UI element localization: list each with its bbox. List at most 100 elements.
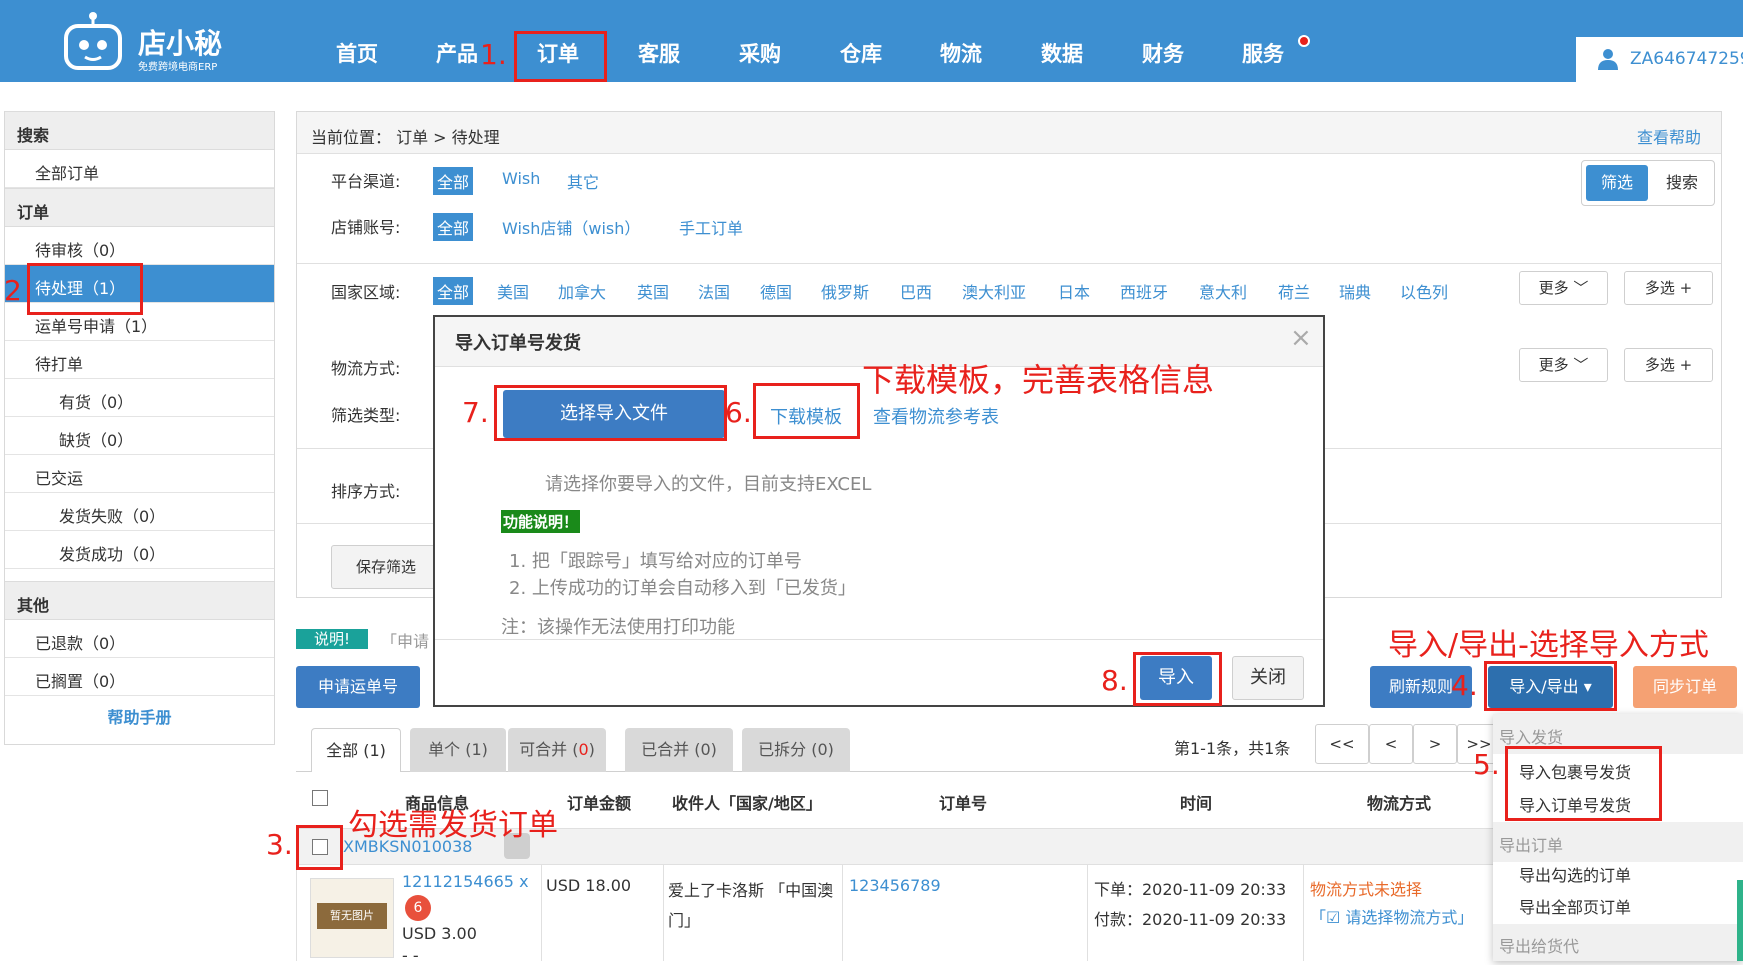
dialog-step-2: 2. 上传成功的订单会自动移入到「已发货」	[509, 578, 856, 599]
order-placed-time: 下单：2020-11-09 20:33	[1094, 880, 1287, 899]
order-number[interactable]: 123456789	[849, 876, 941, 895]
store-manual[interactable]: 手工订单	[679, 215, 743, 239]
sidebar-item-pending-review[interactable]: 待审核（0）	[5, 227, 274, 265]
sidebar-item-in-stock[interactable]: 有货（0）	[5, 379, 274, 417]
platform-all[interactable]: 全部	[433, 167, 474, 195]
view-logistics-link[interactable]: 查看物流参考表	[873, 403, 999, 429]
logistics-more-button[interactable]: 更多 ﹀	[1519, 348, 1608, 382]
nav-home[interactable]: 首页	[336, 38, 378, 68]
platform-wish[interactable]: Wish	[502, 169, 540, 188]
nav-data[interactable]: 数据	[1041, 38, 1083, 68]
country-il[interactable]: 以色列	[1400, 279, 1448, 303]
annotation-number-4: 4.	[1451, 669, 1478, 702]
sidebar-item-shipped[interactable]: 已交运	[5, 455, 274, 493]
dropdown-group-export-agent: 导出给货代	[1493, 924, 1743, 961]
sidebar-item-to-print[interactable]: 待打单	[5, 341, 274, 379]
th-time: 时间	[1180, 794, 1213, 813]
apply-waybill-button[interactable]: 申请运单号	[296, 666, 420, 708]
choose-logistics-link[interactable]: 「☑ 请选择物流方式」	[1310, 904, 1473, 932]
order-recipient: 爱上了卡洛斯 「中国澳门」	[668, 881, 834, 930]
tab-all[interactable]: 全部 (1)	[311, 728, 401, 772]
store-wish[interactable]: Wish店铺（wish）	[502, 215, 640, 239]
user-name: ZA646747259	[1630, 49, 1743, 69]
annotation-number-1: 1.	[480, 38, 507, 71]
scrollbar-handle[interactable]	[1737, 880, 1743, 961]
save-filter-button[interactable]: 保存筛选	[331, 545, 441, 589]
nav-finance[interactable]: 财务	[1142, 38, 1184, 68]
nav-logistics[interactable]: 物流	[940, 38, 982, 68]
search-mode-button[interactable]: 搜索	[1654, 165, 1710, 201]
platform-other[interactable]: 其它	[567, 169, 599, 193]
country-ru[interactable]: 俄罗斯	[821, 279, 869, 303]
logo[interactable]: 店小秘 免费跨境电商ERP	[60, 12, 240, 74]
robot-logo-icon	[64, 12, 122, 70]
select-all-checkbox[interactable]	[312, 790, 328, 806]
nav-services[interactable]: 服务	[1242, 38, 1284, 68]
sidebar-item-ship-fail[interactable]: 发货失败（0）	[5, 493, 274, 531]
logistics-multi-button[interactable]: 多选 +	[1624, 348, 1713, 382]
country-es[interactable]: 西班牙	[1120, 279, 1168, 303]
tab-merged[interactable]: 已合并 (0)	[625, 728, 733, 772]
nav-products[interactable]: 产品	[436, 38, 478, 68]
more-label: 更多	[1538, 356, 1569, 374]
country-au[interactable]: 澳大利亚	[962, 279, 1026, 303]
pager-prev-button[interactable]: <	[1369, 724, 1413, 764]
filter-divider	[297, 263, 1721, 264]
country-se[interactable]: 瑞典	[1339, 279, 1371, 303]
user-menu[interactable]: ZA646747259	[1576, 37, 1743, 82]
th-recipient: 收件人「国家/地区」	[672, 794, 822, 813]
store-all[interactable]: 全部	[433, 213, 474, 241]
pager-text: 第1-1条，共1条	[1174, 739, 1291, 758]
sidebar: 搜索 全部订单 订单 待审核（0） 待处理（1） 运单号申请（1） 待打单 有货…	[4, 111, 275, 745]
annotation-number-6: 6.	[725, 396, 752, 429]
annotation-box-download-template	[753, 383, 860, 439]
logistics-warning: 物流方式未选择	[1310, 880, 1423, 899]
dropdown-export-checked[interactable]: 导出勾选的订单	[1519, 862, 1631, 886]
country-it[interactable]: 意大利	[1199, 279, 1247, 303]
country-fr[interactable]: 法国	[698, 279, 730, 303]
platform-label: 平台渠道:	[331, 172, 401, 191]
sidebar-item-all-orders[interactable]: 全部订单	[5, 150, 274, 188]
tab-mergeable-count: 0	[578, 740, 589, 759]
country-multi-button[interactable]: 多选 +	[1624, 271, 1713, 305]
col-divider	[541, 865, 542, 961]
nav-customer-service[interactable]: 客服	[638, 38, 680, 68]
country-jp[interactable]: 日本	[1058, 279, 1090, 303]
tab-split[interactable]: 已拆分 (0)	[742, 728, 850, 772]
country-uk[interactable]: 英国	[637, 279, 669, 303]
tab-single[interactable]: 单个 (1)	[410, 728, 506, 772]
nav-warehouse[interactable]: 仓库	[840, 38, 882, 68]
th-amount: 订单金额	[567, 794, 632, 813]
sidebar-item-shelved[interactable]: 已搁置（0）	[5, 658, 274, 696]
country-de[interactable]: 德国	[760, 279, 792, 303]
annotation-number-3: 3.	[266, 828, 293, 861]
more-label: 更多	[1538, 279, 1569, 297]
product-image[interactable]: 暂无图片	[310, 878, 394, 958]
pager-next-button[interactable]: >	[1413, 724, 1457, 764]
country-us[interactable]: 美国	[497, 279, 529, 303]
feature-badge: 功能说明！	[501, 510, 581, 533]
pager-first-button[interactable]: <<	[1315, 724, 1369, 764]
country-more-button[interactable]: 更多 ﹀	[1519, 271, 1608, 305]
help-manual-link[interactable]: 帮助手册	[5, 704, 274, 728]
tab-mergeable[interactable]: 可合并 (0)	[508, 728, 606, 772]
country-ca[interactable]: 加拿大	[558, 279, 606, 303]
sidebar-item-out-of-stock[interactable]: 缺货（0）	[5, 417, 274, 455]
dropdown-export-all[interactable]: 导出全部页订单	[1519, 894, 1631, 918]
product-id[interactable]: 12112154665 x	[402, 872, 529, 891]
country-nl[interactable]: 荷兰	[1278, 279, 1310, 303]
filter-mode-button[interactable]: 筛选	[1586, 165, 1648, 201]
help-link[interactable]: 查看帮助	[1637, 124, 1701, 148]
sync-orders-button[interactable]: 同步订单	[1633, 666, 1737, 708]
product-price: USD 3.00	[402, 924, 477, 943]
country-all[interactable]: 全部	[433, 277, 474, 305]
country-br[interactable]: 巴西	[900, 279, 932, 303]
note-text: 「申请	[381, 632, 430, 651]
dialog-close-button[interactable]: 关闭	[1232, 656, 1304, 700]
sidebar-item-refunded[interactable]: 已退款（0）	[5, 620, 274, 658]
dialog-hint: 请选择你要导入的文件，目前支持EXCEL	[545, 474, 872, 495]
nav-purchasing[interactable]: 采购	[739, 38, 781, 68]
dialog-close-icon[interactable]: ×	[1290, 323, 1312, 353]
sidebar-item-ship-success[interactable]: 发货成功（0）	[5, 531, 274, 569]
annotation-check-orders: 勾选需发货订单	[348, 808, 558, 843]
